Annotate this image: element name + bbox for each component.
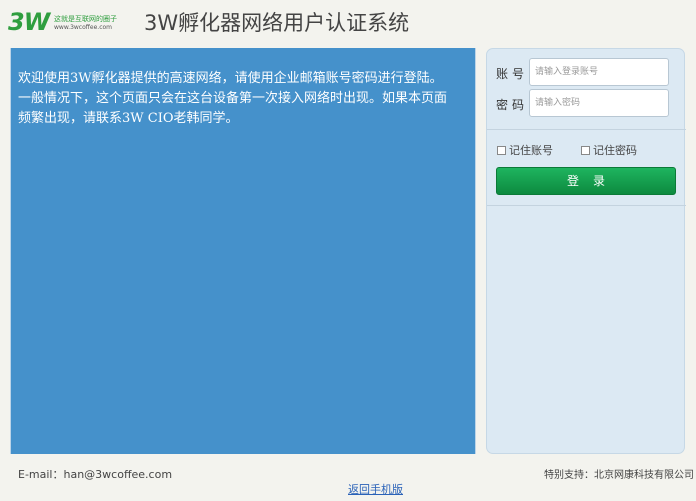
brand-logo[interactable]: 3W 这就是互联网的圈子 www.3wcoffee.com — [8, 8, 118, 38]
page-header: 3W 这就是互联网的圈子 www.3wcoffee.com 3W孵化器网络用户认… — [0, 0, 696, 47]
logo-url: www.3wcoffee.com — [54, 24, 113, 31]
logo-tagline: 这就是互联网的圈子 — [54, 15, 117, 23]
welcome-line-1: 欢迎使用3W孵化器提供的高速网络，请使用企业邮箱账号密码进行登陆。 — [18, 71, 443, 86]
password-label: 密码 — [496, 98, 529, 112]
account-input[interactable] — [529, 58, 669, 86]
remember-account-checkbox[interactable]: 记住账号 — [497, 142, 553, 158]
welcome-banner: 欢迎使用3W孵化器提供的高速网络，请使用企业邮箱账号密码进行登陆。 一般情况下，… — [10, 48, 476, 454]
support-credit: 特别支持：北京网康科技有限公司 — [544, 470, 694, 481]
login-button[interactable]: 登录 — [496, 167, 676, 195]
remember-account-label: 记住账号 — [509, 144, 553, 157]
panel-divider-bottom — [487, 205, 686, 206]
account-row: 账号 — [487, 58, 686, 88]
remember-password-label: 记住密码 — [593, 144, 637, 157]
checkbox-icon[interactable] — [497, 146, 506, 155]
logo-mark: 3W — [8, 8, 50, 36]
remember-password-checkbox[interactable]: 记住密码 — [581, 142, 637, 158]
contact-email: E-mail：han@3wcoffee.com — [18, 468, 173, 481]
page-footer: E-mail：han@3wcoffee.com 特别支持：北京网康科技有限公司 … — [0, 455, 696, 501]
welcome-line-2: 一般情况下，这个页面只会在这台设备第一次接入网络时出现。如果本页面频繁出现，请联… — [18, 91, 448, 126]
password-row: 密码 — [487, 89, 686, 119]
panel-divider — [487, 129, 686, 130]
password-input[interactable] — [529, 89, 669, 117]
checkbox-icon[interactable] — [581, 146, 590, 155]
welcome-text: 欢迎使用3W孵化器提供的高速网络，请使用企业邮箱账号密码进行登陆。 一般情况下，… — [18, 69, 458, 129]
login-panel: 账号 密码 记住账号 记住密码 登录 — [486, 48, 686, 454]
account-label: 账号 — [496, 67, 529, 81]
mobile-version-link[interactable]: 返回手机版 — [348, 481, 403, 497]
page-title: 3W孵化器网络用户认证系统 — [144, 11, 410, 35]
